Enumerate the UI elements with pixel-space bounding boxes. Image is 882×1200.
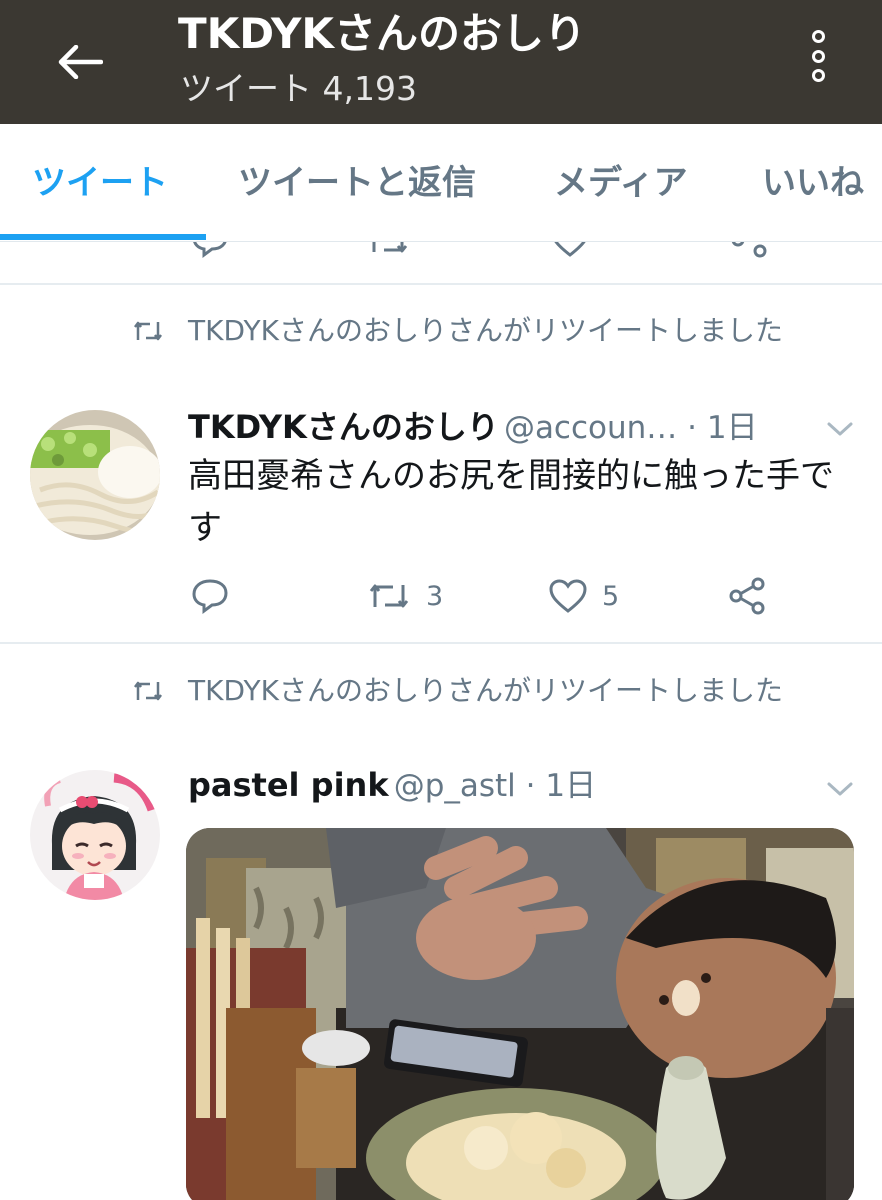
restaurant-photo-image — [186, 828, 854, 1200]
more-dot — [811, 49, 825, 63]
heart-icon[interactable] — [550, 242, 590, 258]
reply-icon[interactable] — [190, 242, 230, 258]
tweet-header: pastel pink @p_astl · 1日 — [188, 762, 596, 808]
tab-media[interactable]: メディア — [554, 160, 688, 206]
profile-tabs: ツイート ツイートと返信 メディア いいね — [0, 124, 882, 242]
retweet-icon — [134, 681, 162, 701]
tab-tweets[interactable]: ツイート — [32, 160, 168, 206]
udon-avatar-image — [30, 410, 160, 540]
handle-time: @p_astl · 1日 — [393, 768, 597, 804]
retweet-count: 3 — [426, 580, 444, 612]
retweet-icon — [369, 584, 409, 608]
divider — [0, 283, 882, 285]
chevron-down-icon[interactable] — [826, 420, 854, 438]
tweet-header: TKDYKさんのおしり @accoun… · 1日 — [188, 404, 758, 450]
tweet-photo[interactable] — [186, 828, 854, 1200]
reply-icon — [192, 579, 228, 614]
retweet-notice: TKDYKさんのおしりさんがリツイートしました — [132, 670, 832, 754]
retweet-notice-text: TKDYKさんのおしりさんがリツイートしました — [188, 674, 783, 707]
previous-tweet-actions — [0, 242, 882, 282]
tab-tweets-and-replies[interactable]: ツイートと返信 — [238, 160, 476, 206]
display-name[interactable]: TKDYKさんのおしり — [188, 408, 499, 446]
display-name[interactable]: pastel pink — [188, 766, 389, 804]
share-icon — [729, 577, 765, 615]
arrow-left-icon — [58, 45, 103, 79]
chevron-down-icon[interactable] — [826, 780, 854, 798]
tweet-count: ツイート 4,193 — [180, 69, 417, 108]
reply-button[interactable] — [190, 574, 230, 618]
active-tab-indicator — [0, 234, 206, 240]
retweet-notice-text: TKDYKさんのおしりさんがリツイートしました — [188, 314, 783, 347]
retweet-icon[interactable] — [366, 242, 410, 258]
more-dot — [811, 69, 825, 82]
anime-girl-avatar-image — [30, 770, 160, 900]
share-button[interactable] — [728, 574, 768, 618]
like-count: 5 — [602, 580, 620, 612]
tweet-actions: 3 5 — [188, 574, 788, 618]
more-options-button[interactable] — [800, 26, 836, 86]
back-button[interactable] — [52, 38, 108, 86]
handle-time: @accoun… · 1日 — [503, 410, 758, 446]
retweet-button[interactable]: 3 — [366, 574, 443, 618]
more-vertical-icon — [811, 30, 825, 43]
tab-likes[interactable]: いいね — [762, 160, 864, 206]
profile-title: TKDYKさんのおしり — [178, 9, 586, 58]
heart-icon — [549, 579, 587, 613]
avatar[interactable] — [30, 770, 160, 900]
divider — [0, 642, 882, 644]
like-button[interactable]: 5 — [548, 574, 619, 618]
share-icon[interactable] — [730, 242, 770, 258]
retweet-notice: TKDYKさんのおしりさんがリツイートしました — [132, 310, 832, 394]
retweet-icon — [134, 321, 162, 341]
app-header: TKDYKさんのおしり ツイート 4,193 — [0, 0, 882, 124]
avatar[interactable] — [30, 410, 160, 540]
tweet-text: 高田憂希さんのお尻を間接的に触った手です — [188, 456, 834, 548]
